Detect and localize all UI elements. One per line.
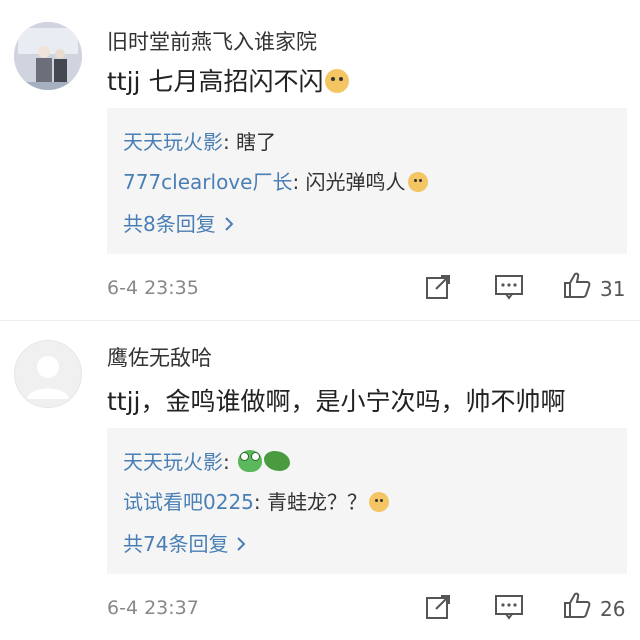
reply-separator: : (223, 130, 230, 154)
comment-text: ttjj 七月高招闪不闪 (107, 62, 350, 98)
like-button[interactable] (562, 270, 592, 300)
comment-text: ttjj，金鸣谁做啊，是小宁次吗，帅不帅啊 (107, 382, 566, 418)
doge-icon (407, 172, 428, 192)
comment-text-content: ttjj，金鸣谁做啊，是小宁次吗，帅不帅啊 (107, 387, 566, 416)
reply-item[interactable]: 777clearlove厂长: 闪光弹鸣人 (123, 166, 428, 195)
like-count: 26 (600, 597, 626, 621)
comment-item: 鹰佐无敌哈 ttjj，金鸣谁做啊，是小宁次吗，帅不帅啊 天天玩火影: 试试看吧0… (0, 320, 640, 640)
default-avatar-icon (27, 356, 69, 399)
comment-text-content: ttjj 七月高招闪不闪 (107, 67, 324, 96)
dragon-icon (264, 451, 291, 471)
thumbs-up-icon (564, 272, 591, 298)
reply-button[interactable] (494, 593, 524, 623)
comment-icon (495, 275, 523, 300)
chevron-right-icon (224, 212, 234, 236)
like-button[interactable] (562, 590, 592, 620)
frog-icon (238, 450, 263, 472)
reply-item[interactable]: 天天玩火影: 瞎了 (123, 126, 276, 155)
share-icon (426, 275, 450, 299)
reply-text (230, 450, 236, 474)
reply-box[interactable]: 天天玩火影: 瞎了 777clearlove厂长: 闪光弹鸣人 共8条回复 (107, 108, 627, 254)
username[interactable]: 鹰佐无敌哈 (107, 342, 212, 372)
chevron-right-icon (236, 532, 246, 556)
more-replies-label[interactable]: 共8条回复 (123, 212, 216, 236)
more-replies-link[interactable]: 共74条回复 (123, 528, 246, 557)
reply-button[interactable] (494, 273, 524, 303)
like-count: 31 (600, 277, 626, 301)
share-button[interactable] (424, 273, 454, 303)
reply-author[interactable]: 天天玩火影 (123, 130, 223, 154)
reply-separator: : (253, 490, 261, 514)
username[interactable]: 旧时堂前燕飞入谁家院 (107, 26, 317, 56)
reply-text: 闪光弹鸣人 (299, 170, 406, 194)
thumbs-up-icon (564, 592, 591, 618)
reply-author[interactable]: 试试看吧0225 (123, 490, 254, 514)
doge-icon (325, 69, 350, 93)
reply-item[interactable]: 天天玩火影: (123, 446, 291, 475)
doge-icon (369, 492, 390, 512)
reply-author[interactable]: 天天玩火影 (123, 450, 223, 474)
avatar[interactable] (14, 340, 82, 408)
more-replies-label[interactable]: 共74条回复 (123, 532, 228, 556)
reply-text: 青蛙龙？？ (260, 490, 368, 514)
avatar[interactable] (14, 22, 82, 90)
reply-separator: : (223, 450, 230, 474)
reply-author[interactable]: 777clearlove厂长 (123, 170, 292, 194)
share-button[interactable] (424, 593, 454, 623)
comment-item: 旧时堂前燕飞入谁家院 ttjj 七月高招闪不闪 天天玩火影: 瞎了 777cle… (0, 0, 640, 320)
more-replies-link[interactable]: 共8条回复 (123, 208, 234, 237)
reply-item[interactable]: 试试看吧0225: 青蛙龙？？ (123, 486, 390, 515)
comment-icon (495, 595, 523, 620)
avatar-photo-icon (14, 22, 82, 90)
reply-box[interactable]: 天天玩火影: 试试看吧0225: 青蛙龙？？ 共74条回复 (107, 428, 627, 574)
timestamp: 6-4 23:37 (107, 597, 199, 619)
timestamp: 6-4 23:35 (107, 277, 199, 299)
share-icon (426, 595, 450, 619)
reply-text: 瞎了 (229, 130, 277, 154)
